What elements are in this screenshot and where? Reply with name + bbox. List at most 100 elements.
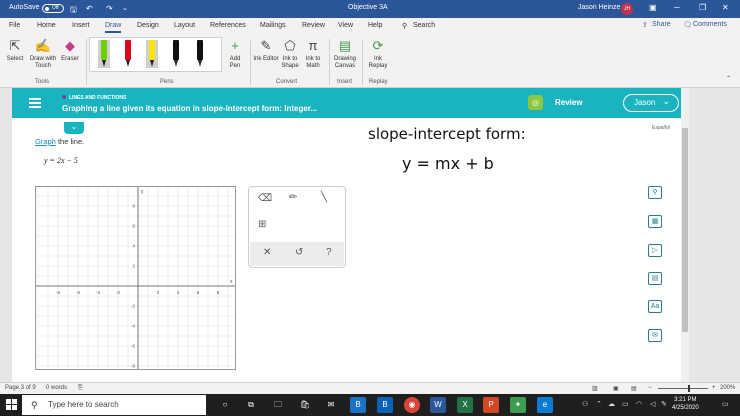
redo-icon[interactable]: ↷ xyxy=(106,4,113,13)
pen-workspace-icon[interactable]: ✎ xyxy=(661,400,667,408)
cortana-icon[interactable]: ○ xyxy=(217,397,233,413)
pen-black-1[interactable] xyxy=(170,40,182,68)
tab-references[interactable]: References xyxy=(210,22,246,29)
store-icon[interactable]: 🛍 xyxy=(297,397,313,413)
graph-help-link[interactable]: Graph xyxy=(35,137,56,146)
help-icon[interactable]: ? xyxy=(326,247,332,258)
app-green-icon[interactable]: ✦ xyxy=(510,397,526,413)
restore-icon[interactable]: ❐ xyxy=(699,3,706,12)
show-hidden-icons[interactable]: ⌃ xyxy=(596,400,602,408)
mail-icon[interactable]: ✉ xyxy=(323,397,339,413)
word-count[interactable]: 0 words xyxy=(46,385,67,391)
tab-design[interactable]: Design xyxy=(137,22,159,29)
user-menu-button[interactable]: Jason xyxy=(623,93,679,112)
collapse-ribbon-icon[interactable]: ⌃ xyxy=(726,76,731,83)
quick-access-menu-icon[interactable]: ⌄ xyxy=(122,4,128,12)
wifi-icon[interactable]: ◠ xyxy=(636,400,642,408)
chrome-icon[interactable]: ◉ xyxy=(404,397,420,413)
highlighter-yellow[interactable] xyxy=(146,40,158,68)
draw-with-touch-button[interactable]: ✍ Draw with Touch xyxy=(27,38,59,70)
taskbar-search[interactable]: ⚲ Type here to search xyxy=(22,395,206,415)
ink-replay-button[interactable]: ⟳ Ink Replay xyxy=(366,38,390,70)
zoom-level[interactable]: 200% xyxy=(720,385,735,391)
minimize-icon[interactable]: ─ xyxy=(674,3,680,12)
comments-button[interactable]: Comments xyxy=(693,21,727,28)
ink-to-shape-button[interactable]: ⬠ Ink to Shape xyxy=(278,38,302,70)
text-icon[interactable]: Aa xyxy=(648,300,662,313)
clear-icon[interactable]: ✕ xyxy=(263,247,271,258)
pen-green[interactable] xyxy=(98,40,110,68)
eraser-button[interactable]: ◆ Eraser xyxy=(58,38,82,63)
file-explorer-icon[interactable]: 🗀 xyxy=(270,397,286,413)
eraser-tool-icon[interactable]: ⌫ xyxy=(258,193,272,204)
zoom-in-icon[interactable]: + xyxy=(712,385,716,391)
ink-to-math-button[interactable]: π Ink to Math xyxy=(302,38,324,70)
tab-draw[interactable]: Draw xyxy=(105,22,122,33)
undo-icon[interactable]: ↶ xyxy=(86,4,93,13)
web-layout-icon[interactable]: ▤ xyxy=(631,385,637,392)
pen-red[interactable] xyxy=(122,40,134,68)
undo-tool-icon[interactable]: ↺ xyxy=(295,247,303,258)
save-icon[interactable]: 🖫 xyxy=(70,4,77,18)
tab-insert[interactable]: Insert xyxy=(72,22,90,29)
espanol-link[interactable]: Español xyxy=(652,125,670,131)
tab-help[interactable]: Help xyxy=(368,22,382,29)
message-icon[interactable]: ✉ xyxy=(648,329,662,342)
share-icon[interactable]: ⇪ xyxy=(642,21,648,29)
clock[interactable]: 3:21 PM 4/25/2020 xyxy=(672,396,699,412)
close-icon[interactable]: ✕ xyxy=(722,3,729,12)
read-mode-icon[interactable]: ▥ xyxy=(592,385,598,392)
print-layout-icon[interactable]: ▣ xyxy=(613,385,619,392)
ribbon-display-icon[interactable]: ▣ xyxy=(649,3,657,12)
user-name[interactable]: Jason Heinze xyxy=(578,4,620,11)
word-alt-icon[interactable]: B xyxy=(377,397,393,413)
pencil-tool-icon[interactable]: ✏ xyxy=(289,192,297,203)
zoom-out-icon[interactable]: − xyxy=(648,385,652,391)
excel-icon[interactable]: X xyxy=(457,397,473,413)
user-avatar[interactable]: JH xyxy=(621,3,633,15)
word-icon[interactable]: W xyxy=(430,397,446,413)
tab-mailings[interactable]: Mailings xyxy=(260,22,286,29)
tab-view[interactable]: View xyxy=(338,22,353,29)
search-icon[interactable]: ⚲ xyxy=(402,22,407,30)
menu-icon[interactable] xyxy=(29,98,41,108)
video-icon[interactable]: ▷ xyxy=(648,244,662,257)
coordinate-grid[interactable]: -8 -6 -4 -2 2 4 6 88642-2-4-6-8xy xyxy=(36,187,235,369)
autosave-toggle[interactable]: Off xyxy=(42,4,64,13)
battery-icon[interactable]: ▭ xyxy=(622,400,629,408)
notifications-icon[interactable]: ▭ xyxy=(722,400,729,408)
edge-icon[interactable]: e xyxy=(537,397,553,413)
search-label[interactable]: Search xyxy=(413,22,435,29)
people-icon[interactable]: ⚇ xyxy=(582,400,588,408)
share-button[interactable]: Share xyxy=(652,21,671,28)
task-view-icon[interactable]: ⧉ xyxy=(243,397,259,413)
tab-home[interactable]: Home xyxy=(37,22,56,29)
zoom-slider[interactable] xyxy=(658,385,708,392)
review-icon[interactable]: ◎ xyxy=(528,95,543,110)
graph-area[interactable]: -8 -6 -4 -2 2 4 6 8 8 6 4 2 -2 -4 -6 -8 x y xyxy=(35,186,236,370)
scrollbar-thumb[interactable] xyxy=(682,128,688,332)
tab-file[interactable]: File xyxy=(9,22,20,29)
page-count[interactable]: Page 3 of 9 xyxy=(5,385,36,391)
onedrive-icon[interactable]: ☁ xyxy=(608,400,615,408)
calculator-icon[interactable]: ▤ xyxy=(648,272,662,285)
worksheet-icon[interactable]: ▦ xyxy=(648,215,662,228)
select-button[interactable]: ⇱ Select xyxy=(4,38,26,63)
dictionary-icon[interactable]: ⚲ xyxy=(648,186,662,199)
comments-icon[interactable]: 🗨 xyxy=(683,21,692,29)
tab-layout[interactable]: Layout xyxy=(174,22,195,29)
expand-chevron-icon[interactable]: ⌄ xyxy=(64,122,84,134)
proofing-icon[interactable]: ⎘ xyxy=(78,385,83,392)
line-tool-icon[interactable]: ╲ xyxy=(321,192,327,203)
ink-editor-button[interactable]: ✎ Ink Editor xyxy=(253,38,279,63)
app-b-icon[interactable]: B xyxy=(350,397,366,413)
pen-black-2[interactable] xyxy=(194,40,206,68)
grid-tool-icon[interactable]: ⊞ xyxy=(258,219,266,230)
add-pen-button[interactable]: + Add Pen xyxy=(224,38,246,70)
windows-start-icon[interactable] xyxy=(6,399,18,411)
tab-review[interactable]: Review xyxy=(302,22,325,29)
vertical-scrollbar[interactable] xyxy=(681,88,689,382)
drawing-canvas-button[interactable]: ▤ Drawing Canvas xyxy=(332,38,358,70)
volume-icon[interactable]: ◁ xyxy=(650,400,655,408)
review-button[interactable]: Review xyxy=(555,98,583,107)
